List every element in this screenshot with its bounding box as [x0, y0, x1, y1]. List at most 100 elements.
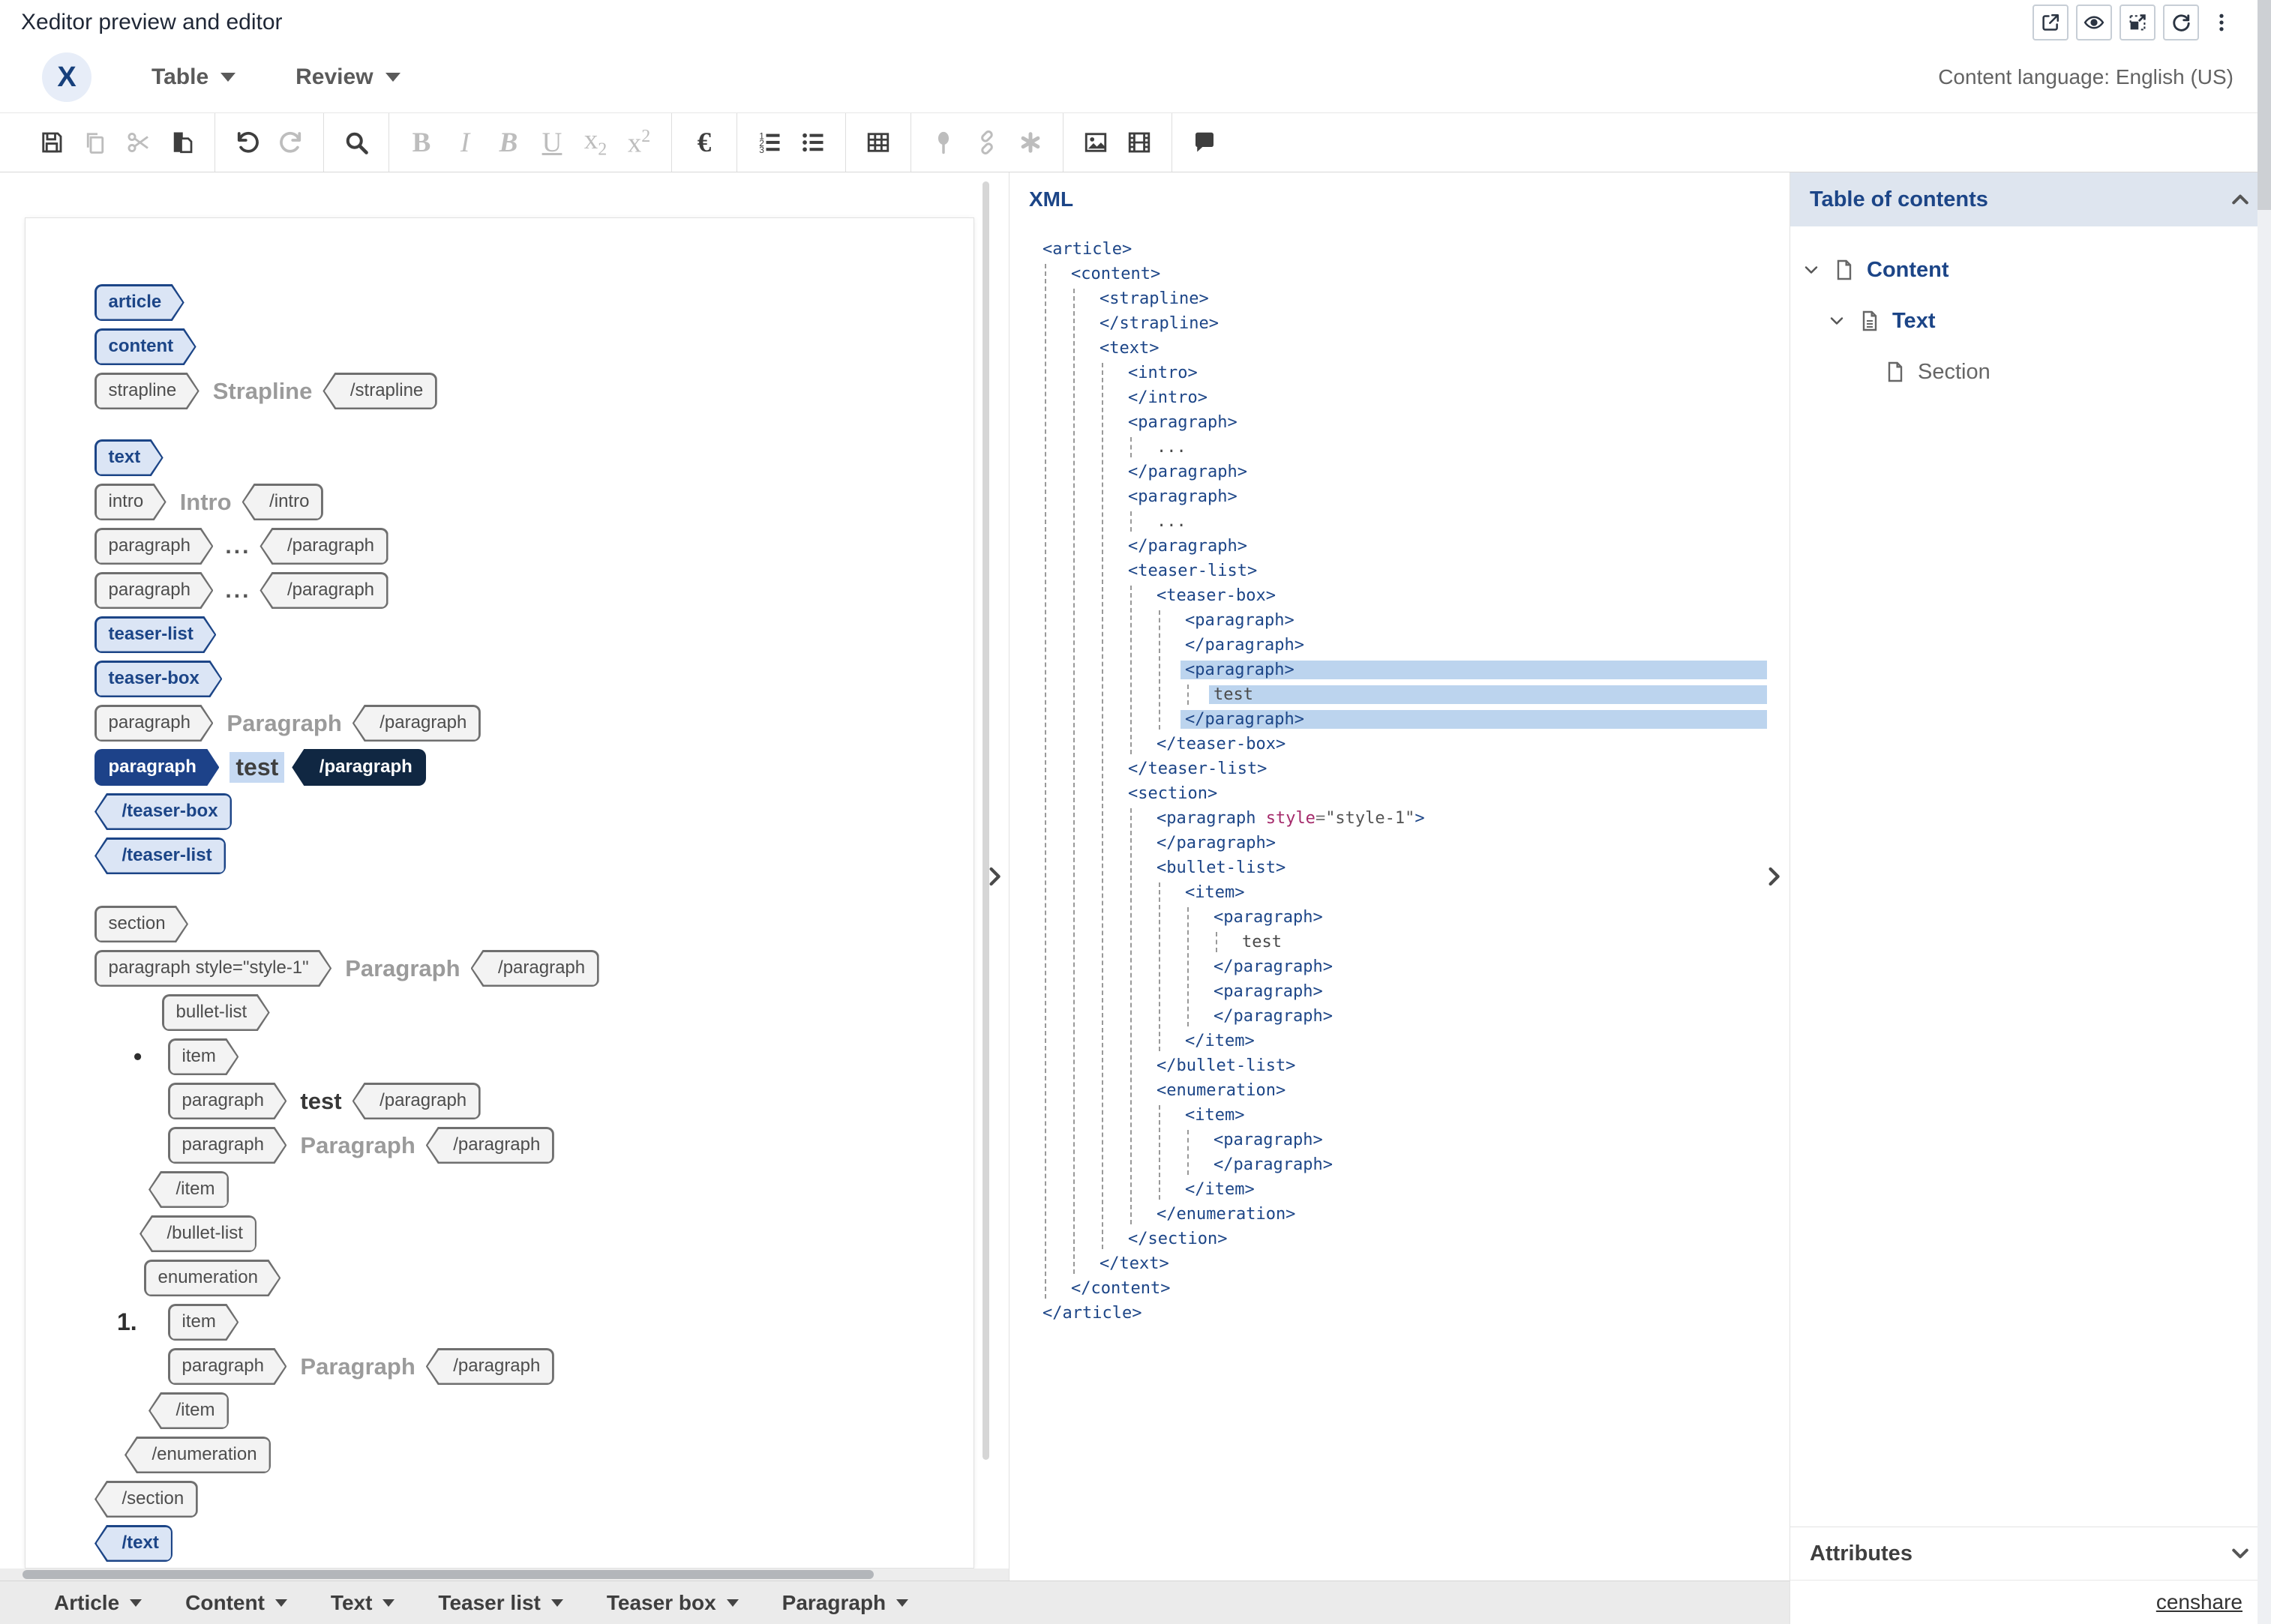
chevron-down-icon[interactable]: [1828, 312, 1849, 330]
editor-row: content: [94, 328, 956, 365]
xeditor-logo[interactable]: X: [42, 52, 92, 102]
xml-line: <paragraph>: [1029, 905, 1767, 930]
censhare-link[interactable]: censhare: [2156, 1590, 2242, 1614]
ordered-list-icon[interactable]: 123: [748, 118, 791, 166]
bullet-list-icon[interactable]: [791, 118, 835, 166]
tag-pill-paragraph[interactable]: paragraph: [94, 749, 219, 786]
editor-panels: articlecontentstraplineStrapline/strapli…: [0, 172, 1790, 1581]
closing-tag-pill-paragraph[interactable]: /paragraph: [352, 705, 481, 742]
closing-tag-pill-paragraph[interactable]: /paragraph: [471, 950, 599, 987]
tag-pill-item[interactable]: item: [168, 1304, 238, 1341]
xml-line: <section>: [1029, 781, 1767, 806]
menu-table[interactable]: Table: [152, 64, 236, 90]
search-icon[interactable]: [334, 118, 378, 166]
refresh-icon[interactable]: [2163, 4, 2199, 40]
tag-pill-article[interactable]: article: [94, 284, 184, 321]
collapse-left-panel-chevron-icon[interactable]: [983, 863, 1006, 890]
tag-pill-paragraph[interactable]: paragraph: [94, 528, 213, 565]
xml-line: </paragraph>: [1029, 954, 1767, 979]
tag-pill-intro[interactable]: intro: [94, 484, 166, 520]
more-vertical-icon[interactable]: [2206, 4, 2236, 40]
table-icon[interactable]: [856, 118, 900, 166]
closing-tag-pill-teaser-box[interactable]: /teaser-box: [94, 793, 232, 830]
closing-tag-pill-section[interactable]: /section: [94, 1481, 198, 1518]
toc-item-content[interactable]: Content: [1790, 244, 2271, 295]
closing-tag-pill-item[interactable]: /item: [148, 1392, 229, 1429]
closing-tag-pill-intro[interactable]: /intro: [242, 484, 323, 520]
closing-tag-pill-paragraph[interactable]: /paragraph: [292, 749, 426, 786]
tag-pill-paragraphstylestyle-1[interactable]: paragraph style="style-1": [94, 950, 332, 987]
window-scrollbar-thumb[interactable]: [2258, 0, 2271, 210]
closing-tag-pill-paragraph[interactable]: /paragraph: [260, 528, 388, 565]
tag-pill-text[interactable]: text: [94, 439, 164, 476]
chevron-down-icon[interactable]: [1802, 261, 1823, 279]
breadcrumb-content[interactable]: Content: [185, 1591, 287, 1615]
preview-eye-icon[interactable]: [2076, 4, 2112, 40]
image-icon[interactable]: [1074, 118, 1118, 166]
video-icon[interactable]: [1118, 118, 1161, 166]
editor-vertical-scrollbar[interactable]: [982, 181, 989, 1460]
tag-pill-item[interactable]: item: [168, 1038, 238, 1075]
save-icon[interactable]: [30, 118, 74, 166]
tag-pill-content[interactable]: content: [94, 328, 196, 365]
resize-icon[interactable]: [2120, 4, 2156, 40]
closing-tag-pill-text[interactable]: /text: [94, 1525, 172, 1562]
list-marker: •: [134, 1043, 168, 1071]
editor-row: paragraphParagraph/paragraph: [168, 1348, 956, 1385]
xml-line: </bullet-list>: [1029, 1053, 1767, 1078]
closing-tag-pill-paragraph[interactable]: /paragraph: [426, 1348, 554, 1385]
attributes-header[interactable]: Attributes: [1790, 1527, 2271, 1580]
closing-tag-pill-teaser-list[interactable]: /teaser-list: [94, 837, 226, 874]
menu-review[interactable]: Review: [296, 64, 400, 90]
toc-item-section[interactable]: Section: [1790, 346, 2271, 397]
window-scrollbar[interactable]: [2258, 0, 2271, 1624]
xml-line: </article>: [1029, 1301, 1767, 1326]
tag-pill-paragraph[interactable]: paragraph: [168, 1348, 286, 1385]
closing-tag-pill-strapline[interactable]: /strapline: [322, 373, 436, 409]
toc-item-text[interactable]: Text: [1790, 295, 2271, 346]
window-header: Xeditor preview and editor: [0, 0, 2271, 42]
tag-pill-bullet-list[interactable]: bullet-list: [162, 994, 270, 1031]
editor-row: /item: [148, 1392, 956, 1429]
toc-item-label: Text: [1892, 309, 1935, 334]
breadcrumb-label: Content: [185, 1591, 265, 1615]
tag-pill-paragraph[interactable]: paragraph: [94, 705, 213, 742]
breadcrumb-text[interactable]: Text: [331, 1591, 395, 1615]
paste-icon[interactable]: [160, 118, 204, 166]
breadcrumb-teaser-box[interactable]: Teaser box: [607, 1591, 739, 1615]
breadcrumb-article[interactable]: Article: [54, 1591, 142, 1615]
tag-pill-teaser-box[interactable]: teaser-box: [94, 661, 222, 697]
open-external-icon[interactable]: [2032, 4, 2068, 40]
horizontal-scrollbar-thumb[interactable]: [22, 1570, 874, 1579]
closing-tag-pill-paragraph[interactable]: /paragraph: [426, 1127, 554, 1164]
closing-tag-pill-enumeration[interactable]: /enumeration: [124, 1437, 271, 1473]
breadcrumb-paragraph[interactable]: Paragraph: [782, 1591, 909, 1615]
undo-icon[interactable]: [226, 118, 269, 166]
closing-tag-pill-bullet-list[interactable]: /bullet-list: [140, 1215, 256, 1252]
euro-icon[interactable]: €: [682, 118, 726, 166]
bold-icon: B: [400, 118, 443, 166]
closing-tag-pill-item[interactable]: /item: [148, 1171, 229, 1208]
svg-text:3: 3: [759, 145, 764, 155]
breadcrumb-teaser-list[interactable]: Teaser list: [438, 1591, 562, 1615]
editor-row: /teaser-box: [94, 793, 956, 830]
closing-tag-pill-paragraph[interactable]: /paragraph: [260, 572, 388, 609]
tag-pill-section[interactable]: section: [94, 906, 188, 942]
tag-pill-paragraph[interactable]: paragraph: [94, 572, 213, 609]
xml-line: <item>: [1029, 880, 1767, 905]
document-page[interactable]: articlecontentstraplineStrapline/strapli…: [25, 217, 974, 1569]
closing-tag-pill-paragraph[interactable]: /paragraph: [352, 1083, 481, 1119]
editor-horizontal-scrollbar[interactable]: [0, 1569, 1009, 1581]
comment-icon[interactable]: [1183, 118, 1226, 166]
tag-pill-enumeration[interactable]: enumeration: [144, 1260, 280, 1296]
tag-pill-paragraph[interactable]: paragraph: [168, 1127, 286, 1164]
toolbar: BIBUx2x2€123: [0, 112, 2271, 172]
xml-line: </content>: [1029, 1276, 1767, 1301]
xml-line: <strapline>: [1029, 286, 1767, 311]
collapse-xml-panel-chevron-icon[interactable]: [1762, 863, 1785, 890]
tag-pill-strapline[interactable]: strapline: [94, 373, 200, 409]
table-of-contents-header[interactable]: Table of contents: [1790, 172, 2271, 226]
tag-pill-paragraph[interactable]: paragraph: [168, 1083, 286, 1119]
tag-pill-teaser-list[interactable]: teaser-list: [94, 616, 216, 653]
xml-line: </section>: [1029, 1227, 1767, 1251]
